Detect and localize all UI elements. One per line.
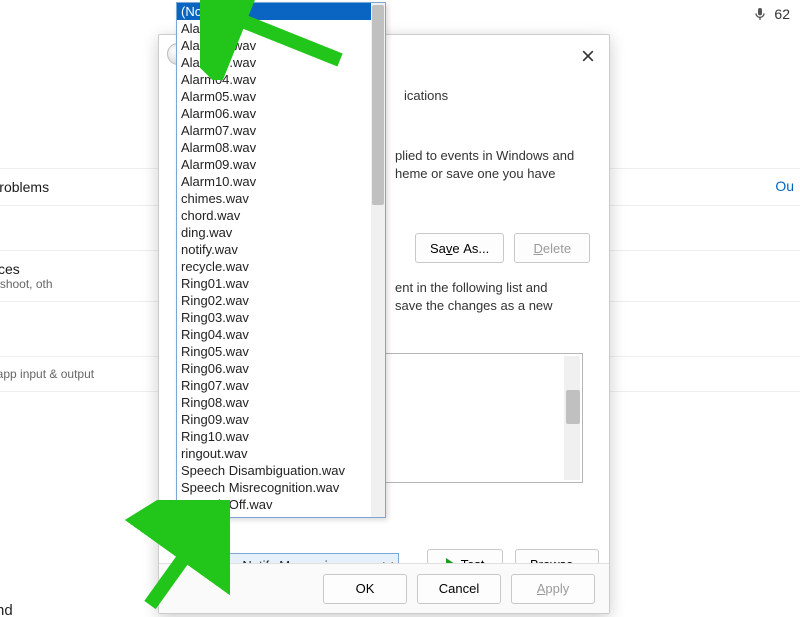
scheme-desc-line1: plied to events in Windows and — [395, 147, 574, 165]
delete-label: Delete — [533, 241, 571, 256]
dropdown-item[interactable]: Alarm04.wav — [177, 71, 371, 88]
events-scroll-thumb[interactable] — [566, 390, 580, 424]
output-link[interactable]: Ou — [775, 178, 794, 194]
dropdown-item[interactable]: notify.wav — [177, 241, 371, 258]
topbar-right: 62 — [752, 6, 790, 22]
dropdown-item[interactable]: Alarm07.wav — [177, 122, 371, 139]
save-as-button[interactable]: Save As... — [415, 233, 504, 263]
delete-button: Delete — [514, 233, 590, 263]
dropdown-scrollbar[interactable] — [371, 3, 385, 517]
dropdown-item[interactable]: Alarm10.wav — [177, 173, 371, 190]
dropdown-list-inner: (None)Alarm01.Alarm02.wavAlarm03.wavAlar… — [177, 3, 371, 517]
dialog-footer: OK Cancel Apply — [159, 563, 609, 613]
dropdown-item[interactable]: Speech Misrecognition.wav — [177, 479, 371, 496]
dropdown-item[interactable]: Ring03.wav — [177, 309, 371, 326]
events-desc-line1: ent in the following list and — [395, 279, 547, 297]
dropdown-item[interactable]: recycle.wav — [177, 258, 371, 275]
cancel-button[interactable]: Cancel — [417, 574, 501, 604]
microphone-icon[interactable] — [752, 6, 768, 22]
dropdown-item[interactable]: Ring05.wav — [177, 343, 371, 360]
dropdown-item[interactable]: Alarm03.wav — [177, 54, 371, 71]
dropdown-item[interactable]: chimes.wav — [177, 190, 371, 207]
bottom-snippet: nd — [0, 602, 13, 617]
dropdown-item[interactable]: Alarm05.wav — [177, 88, 371, 105]
dropdown-item[interactable]: Ring10.wav — [177, 428, 371, 445]
dropdown-item[interactable]: ding.wav — [177, 224, 371, 241]
dropdown-item[interactable]: Ring01.wav — [177, 275, 371, 292]
tab-communications[interactable]: ications — [389, 81, 463, 110]
dropdown-item[interactable]: ringout.wav — [177, 445, 371, 462]
close-button[interactable] — [573, 43, 603, 69]
dropdown-item[interactable]: Alarm09.wav — [177, 156, 371, 173]
save-as-label: Save As... — [430, 241, 489, 256]
dropdown-scroll-thumb[interactable] — [372, 5, 384, 205]
dropdown-item[interactable]: Ring06.wav — [177, 360, 371, 377]
dropdown-item[interactable]: Alarm06.wav — [177, 105, 371, 122]
dropdown-item[interactable]: Ring02.wav — [177, 292, 371, 309]
sounds-dropdown-list[interactable]: (None)Alarm01.Alarm02.wavAlarm03.wavAlar… — [176, 2, 386, 518]
dropdown-item[interactable]: Alarm02.wav — [177, 37, 371, 54]
close-icon — [582, 50, 594, 62]
dropdown-item[interactable]: Speech Off.wav — [177, 496, 371, 513]
dropdown-item[interactable]: (None) — [177, 3, 371, 20]
dropdown-item[interactable]: Speech Disambiguation.wav — [177, 462, 371, 479]
scheme-buttons: Save As... Delete — [415, 233, 590, 263]
dropdown-item[interactable]: Alarm08.wav — [177, 139, 371, 156]
dropdown-item[interactable]: Ring09.wav — [177, 411, 371, 428]
dropdown-item[interactable]: Ring08.wav — [177, 394, 371, 411]
apply-label: Apply — [537, 581, 570, 596]
dropdown-item[interactable]: chord.wav — [177, 207, 371, 224]
events-desc-line2: save the changes as a new — [395, 297, 553, 315]
temperature-value: 62 — [774, 6, 790, 22]
dropdown-item[interactable]: Alarm01. — [177, 20, 371, 37]
apply-button: Apply — [511, 574, 595, 604]
screen-root: 62 on sound problems Ou ces /off, troubl… — [0, 0, 800, 617]
dropdown-item[interactable]: Ring07.wav — [177, 377, 371, 394]
scheme-desc-line2: heme or save one you have — [395, 165, 555, 183]
dropdown-item[interactable]: Ring04.wav — [177, 326, 371, 343]
ok-button[interactable]: OK — [323, 574, 407, 604]
